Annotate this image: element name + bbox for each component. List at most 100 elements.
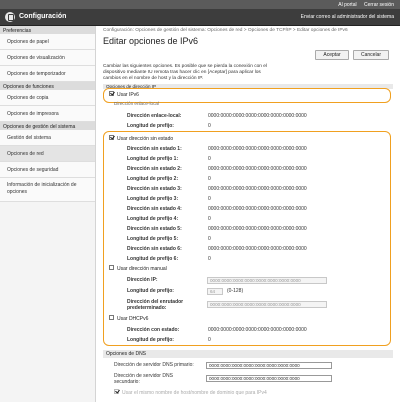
sidebar-item-timer[interactable]: Opciones de temporizador xyxy=(0,66,95,82)
manual-ip-input[interactable]: 0000:0000:0000:0000:0000:0000:0000:0000 xyxy=(207,277,327,284)
stateless-item-label: Longitud de prefijo 5: xyxy=(127,236,179,242)
stateless-item-value: 0 xyxy=(208,196,211,202)
logout-link[interactable]: Cerrar sesión xyxy=(364,2,394,8)
link-local-value: 0000:0000:0000:0000:0000:0000:0000:0000 xyxy=(208,113,307,119)
stateless-item-label: Longitud de prefijo 2: xyxy=(127,176,179,182)
dns-same-host-label: Usar el mismo nombre de host/nombre de d… xyxy=(122,390,267,396)
manual-prefix-label: Longitud de prefijo: xyxy=(127,288,174,294)
sidebar-section-functions: Opciones de funciones xyxy=(0,82,95,90)
page-title: Editar opciones de IPv6 xyxy=(103,36,199,46)
portal-link[interactable]: Al portal xyxy=(338,2,356,8)
dns-primary-label: Dirección de servidor DNS primario: xyxy=(114,362,194,368)
manual-ip-label: Dirección IP: xyxy=(127,277,158,283)
stateless-item-value: 0 xyxy=(208,216,211,222)
stateless-item-value: 0000:0000:0000:0000:0000:0000:0000:0000 xyxy=(208,166,307,172)
stateless-row-item: Longitud de prefijo 3: 0 xyxy=(127,194,391,204)
sidebar-item-display[interactable]: Opciones de visualización xyxy=(0,50,95,66)
sidebar-item-system-management[interactable]: Gestión del sistema xyxy=(0,130,95,146)
dhcp-prefix-label: Longitud de prefijo: xyxy=(127,337,174,343)
sidebar-item-network[interactable]: Opciones de red xyxy=(0,146,95,162)
stateless-row-item: Longitud de prefijo 4: 0 xyxy=(127,214,391,224)
stateless-checkbox[interactable] xyxy=(109,135,114,141)
manual-router-label: Dirección del enrutador predeterminado: xyxy=(127,299,184,311)
link-local-row: Dirección enlace-local: 0000:0000:0000:0… xyxy=(127,111,391,121)
dns-secondary-row: Dirección de servidor DNS secundario: 00… xyxy=(114,372,394,386)
stateless-row[interactable]: Usar dirección sin estado xyxy=(109,134,173,144)
email-admin-link[interactable]: Enviar correo al administrador del siste… xyxy=(301,14,394,20)
sidebar-item-security[interactable]: Opciones de seguridad xyxy=(0,162,95,178)
stateless-row-item: Dirección sin estado 6: 0000:0000:0000:00… xyxy=(127,244,391,254)
use-ipv6-row[interactable]: Usar IPv6 xyxy=(109,90,139,100)
dhcp-row[interactable]: Usar DHCPv6 xyxy=(109,314,148,324)
dhcp-stateful-value: 0000:0000:0000:0000:0000:0000:0000:0000 xyxy=(208,327,307,333)
sidebar: Preferencias Opciones de papel Opciones … xyxy=(0,26,96,402)
dhcp-stateful-label: Dirección con estado: xyxy=(127,327,180,333)
manual-checkbox[interactable] xyxy=(109,265,114,271)
stateless-item-value: 0000:0000:0000:0000:0000:0000:0000:0000 xyxy=(208,146,307,152)
manual-router-input[interactable]: 0000:0000:0000:0000:0000:0000:0000:0000 xyxy=(207,301,327,308)
use-ipv6-checkbox[interactable] xyxy=(109,91,114,97)
stateless-row-item: Dirección sin estado 2: 0000:0000:0000:00… xyxy=(127,164,391,174)
dhcp-checkbox[interactable] xyxy=(109,315,114,321)
page-description: Cambiar las siguientes opciones. Es posi… xyxy=(103,64,267,81)
stateless-item-label: Longitud de prefijo 6: xyxy=(127,256,179,262)
link-local-header: Dirección enlace-local xyxy=(114,101,159,106)
manual-row[interactable]: Usar dirección manual xyxy=(109,264,167,274)
sidebar-section-preferences: Preferencias xyxy=(0,26,95,34)
dns-same-host-row[interactable]: Usar el mismo nombre de host/nombre de d… xyxy=(114,388,267,398)
stateless-row-item: Longitud de prefijo 1: 0 xyxy=(127,154,391,164)
stateless-row-item: Longitud de prefijo 2: 0 xyxy=(127,174,391,184)
section-dns: Opciones de DNS xyxy=(103,350,393,358)
link-local-prefix-row: Longitud de prefijo: 0 xyxy=(127,121,391,131)
manual-prefix-range: (0-128) xyxy=(227,288,244,294)
app-title: Configuración xyxy=(19,13,67,20)
stateless-row-item: Dirección sin estado 1: 0000:0000:0000:00… xyxy=(127,144,391,154)
dhcp-stateful-row: Dirección con estado: 0000:0000:0000:000… xyxy=(127,325,391,335)
stateless-row-item: Dirección sin estado 3: 0000:0000:0000:00… xyxy=(127,184,391,194)
stateless-item-value: 0000:0000:0000:0000:0000:0000:0000:0000 xyxy=(208,206,307,212)
manual-prefix-row: Longitud de prefijo: 64 (0-128) xyxy=(127,286,391,296)
stateless-item-value: 0000:0000:0000:0000:0000:0000:0000:0000 xyxy=(208,246,307,252)
top-bar: Al portal Cerrar sesión xyxy=(0,0,400,9)
stateless-item-label: Dirección sin estado 3: xyxy=(127,186,182,192)
stateless-label: Usar dirección sin estado xyxy=(117,136,174,142)
stateless-item-label: Dirección sin estado 1: xyxy=(127,146,182,152)
top-links: Al portal Cerrar sesión xyxy=(332,2,394,8)
stateless-item-label: Dirección sin estado 5: xyxy=(127,226,182,232)
dns-secondary-input[interactable]: 0000:0000:0000:0000:0000:0000:0000:0000 xyxy=(206,375,332,382)
stateless-item-label: Dirección sin estado 2: xyxy=(127,166,182,172)
manual-prefix-input[interactable]: 64 xyxy=(207,288,223,295)
stateless-row-item: Dirección sin estado 5: 0000:0000:0000:00… xyxy=(127,224,391,234)
stateless-row-item: Longitud de prefijo 5: 0 xyxy=(127,234,391,244)
dns-same-host-checkbox[interactable] xyxy=(114,389,119,395)
manual-label: Usar dirección manual xyxy=(117,266,167,272)
stateless-item-value: 0000:0000:0000:0000:0000:0000:0000:0000 xyxy=(208,186,307,192)
stateless-item-value: 0 xyxy=(208,256,211,262)
link-local-label: Dirección enlace-local: xyxy=(127,113,182,119)
accept-button[interactable]: Aceptar xyxy=(315,50,349,60)
section-ip-address: Opciones de dirección IP xyxy=(103,84,393,89)
stateless-row-item: Dirección sin estado 4: 0000:0000:0000:00… xyxy=(127,204,391,214)
stateless-item-value: 0 xyxy=(208,176,211,182)
sidebar-section-system: Opciones de gestión del sistema xyxy=(0,122,95,130)
stateless-item-label: Dirección sin estado 4: xyxy=(127,206,182,212)
use-ipv6-label: Usar IPv6 xyxy=(117,92,139,98)
main-content: Configuración: Opciones de gestión del s… xyxy=(103,28,393,81)
manual-ip-row: Dirección IP: 0000:0000:0000:0000:0000:0… xyxy=(127,275,391,285)
stateless-item-label: Longitud de prefijo 4: xyxy=(127,216,179,222)
cancel-button[interactable]: Cancelar xyxy=(353,50,389,60)
dns-primary-input[interactable]: 0000:0000:0000:0000:0000:0000:0000:0000 xyxy=(206,362,332,369)
sidebar-item-copy[interactable]: Opciones de copia xyxy=(0,90,95,106)
stateless-row-item: Longitud de prefijo 6: 0 xyxy=(127,254,391,264)
dhcp-prefix-row: Longitud de prefijo: 0 xyxy=(127,335,391,345)
sidebar-item-printer[interactable]: Opciones de impresora xyxy=(0,106,95,122)
stateless-item-label: Dirección sin estado 6: xyxy=(127,246,182,252)
link-local-prefix-value: 0 xyxy=(208,123,211,129)
dns-secondary-label: Dirección de servidor DNS secundario: xyxy=(114,373,173,385)
stateless-item-value: 0000:0000:0000:0000:0000:0000:0000:0000 xyxy=(208,226,307,232)
sidebar-item-init-info[interactable]: Información de inicialización de opcione… xyxy=(0,178,95,202)
stateless-item-value: 0 xyxy=(208,156,211,162)
breadcrumb: Configuración: Opciones de gestión del s… xyxy=(103,28,348,33)
sidebar-item-paper[interactable]: Opciones de papel xyxy=(0,34,95,50)
settings-logo-icon xyxy=(5,12,15,22)
